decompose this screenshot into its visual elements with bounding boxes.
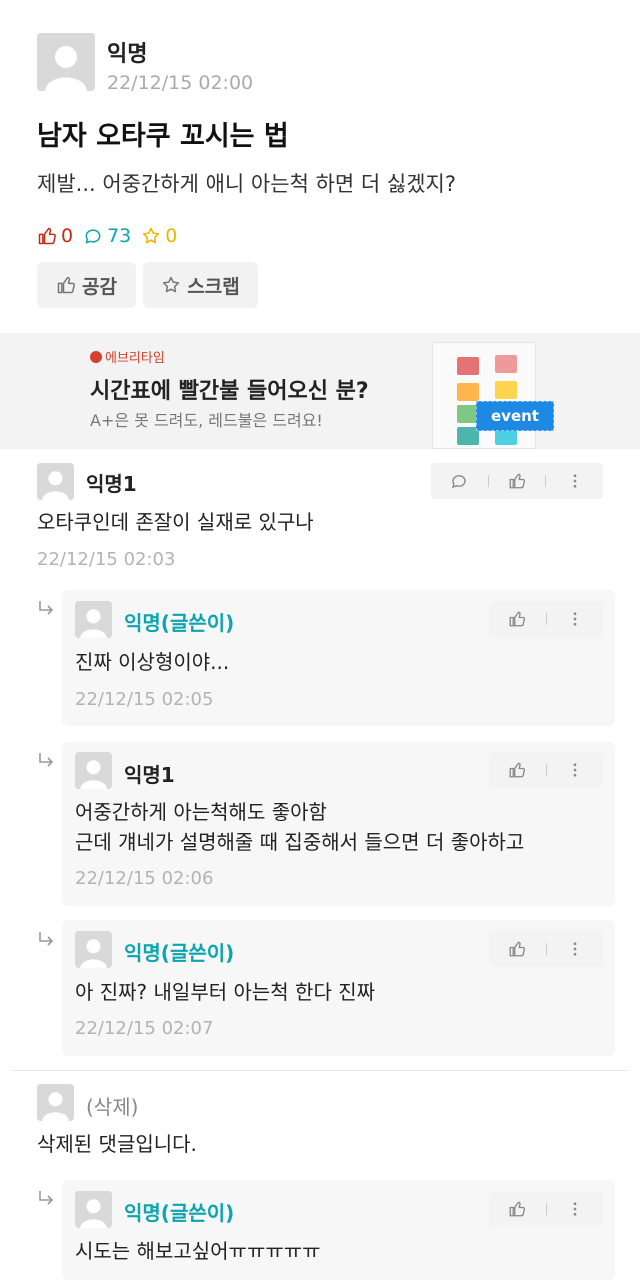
comment-actions <box>489 931 603 967</box>
divider <box>487 475 489 487</box>
more-icon[interactable] <box>566 610 584 628</box>
scrap-button[interactable]: 스크랩 <box>143 262 258 308</box>
like-count: 0 <box>37 225 73 247</box>
comment-icon[interactable] <box>450 472 468 490</box>
comment-author: 익명(글쓴이) <box>124 611 235 635</box>
reply-arrow-icon <box>39 601 54 615</box>
post-date: 22/12/15 02:00 <box>107 72 254 94</box>
comment-icon <box>85 229 101 244</box>
post-author: 익명 <box>107 42 148 67</box>
comment-actions <box>489 1191 603 1227</box>
post-title: 남자 오타쿠 꼬시는 법 <box>37 121 289 152</box>
comment-text: 아 진짜? 내일부터 아는척 한다 진짜 <box>75 980 376 1004</box>
thumbs-up-icon[interactable] <box>508 940 526 958</box>
thumbs-up-icon[interactable] <box>508 761 526 779</box>
comment-avatar <box>37 463 74 500</box>
avatar-icon <box>37 1084 74 1121</box>
ad-subtitle: A+은 못 드려도, 레드불은 드려요! <box>90 411 323 430</box>
post-stats: 0 73 0 <box>37 224 187 248</box>
ad-brand: 에브리타임 <box>90 347 165 366</box>
ad-title: 시간표에 빨간불 들어오신 분? <box>90 379 369 404</box>
comment-date: 22/12/15 02:06 <box>75 868 214 889</box>
avatar-icon <box>75 1191 112 1228</box>
star-icon <box>143 227 160 244</box>
star-icon <box>163 276 180 293</box>
more-icon[interactable] <box>566 761 584 779</box>
post-body: 제발... 어중간하게 애니 아는척 하면 더 싫겠지? <box>37 172 456 196</box>
post-avatar <box>37 33 95 91</box>
ad-timetable-image <box>432 342 536 449</box>
like-button[interactable]: 공감 <box>37 262 136 308</box>
ad-banner[interactable]: 에브리타임 시간표에 빨간불 들어오신 분? A+은 못 드려도, 레드불은 드… <box>0 333 640 449</box>
more-icon[interactable] <box>566 1200 584 1218</box>
reply-arrow-icon <box>39 753 54 767</box>
scrap-count: 0 <box>141 225 177 247</box>
divider <box>545 613 547 625</box>
comment-author: 익명(글쓴이) <box>124 941 235 965</box>
divider <box>545 764 547 776</box>
brand-logo-icon <box>90 350 102 363</box>
comment-text: 삭제된 댓글입니다. <box>37 1132 197 1156</box>
more-icon[interactable] <box>566 472 584 490</box>
comment-divider <box>12 1070 628 1071</box>
avatar-icon <box>37 33 95 91</box>
avatar-icon <box>37 463 74 500</box>
comment-avatar <box>37 1084 74 1121</box>
comment-actions <box>489 601 603 637</box>
comment-date: 22/12/15 02:03 <box>37 549 176 570</box>
avatar-icon <box>75 931 112 968</box>
scrap-button-label: 스크랩 <box>187 275 240 298</box>
divider <box>545 943 547 955</box>
comment-text: 시도는 해보고싶어ㅠㅠㅠㅠㅠ <box>75 1239 321 1263</box>
comment-author: 익명1 <box>124 763 175 787</box>
comment-avatar <box>75 752 112 789</box>
like-button-label: 공감 <box>82 275 117 298</box>
comment-count: 73 <box>83 225 131 247</box>
reply-arrow-icon <box>39 1191 54 1205</box>
thumbs-up-icon[interactable] <box>508 610 526 628</box>
comment-avatar <box>75 931 112 968</box>
thumbs-up-icon <box>57 276 75 294</box>
ad-event-badge: event <box>476 401 554 431</box>
comment-author: 익명(글쓴이) <box>124 1201 235 1225</box>
comment-actions <box>431 463 603 499</box>
thumbs-up-icon[interactable] <box>508 472 526 490</box>
comment-actions <box>489 752 603 788</box>
comment-avatar <box>75 1191 112 1228</box>
comment-text: 오타쿠인데 존잘이 실재로 있구나 <box>37 510 314 534</box>
avatar-icon <box>75 601 112 638</box>
divider <box>545 1203 547 1215</box>
comment-author: 익명1 <box>86 472 137 496</box>
more-icon[interactable] <box>566 940 584 958</box>
comment-text: 어중간하게 아는척해도 좋아함 근데 걔네가 설명해줄 때 집중해서 들으면 더… <box>75 800 525 854</box>
comment-author: (삭제) <box>86 1095 139 1119</box>
comment-date: 22/12/15 02:07 <box>75 1018 214 1039</box>
comment-avatar <box>75 601 112 638</box>
comment-text: 진짜 이상형이야... <box>75 650 230 674</box>
comment-date: 22/12/15 02:05 <box>75 689 214 710</box>
thumbs-up-icon <box>38 227 56 245</box>
thumbs-up-icon[interactable] <box>508 1200 526 1218</box>
avatar-icon <box>75 752 112 789</box>
divider <box>545 475 547 487</box>
reply-arrow-icon <box>39 932 54 946</box>
